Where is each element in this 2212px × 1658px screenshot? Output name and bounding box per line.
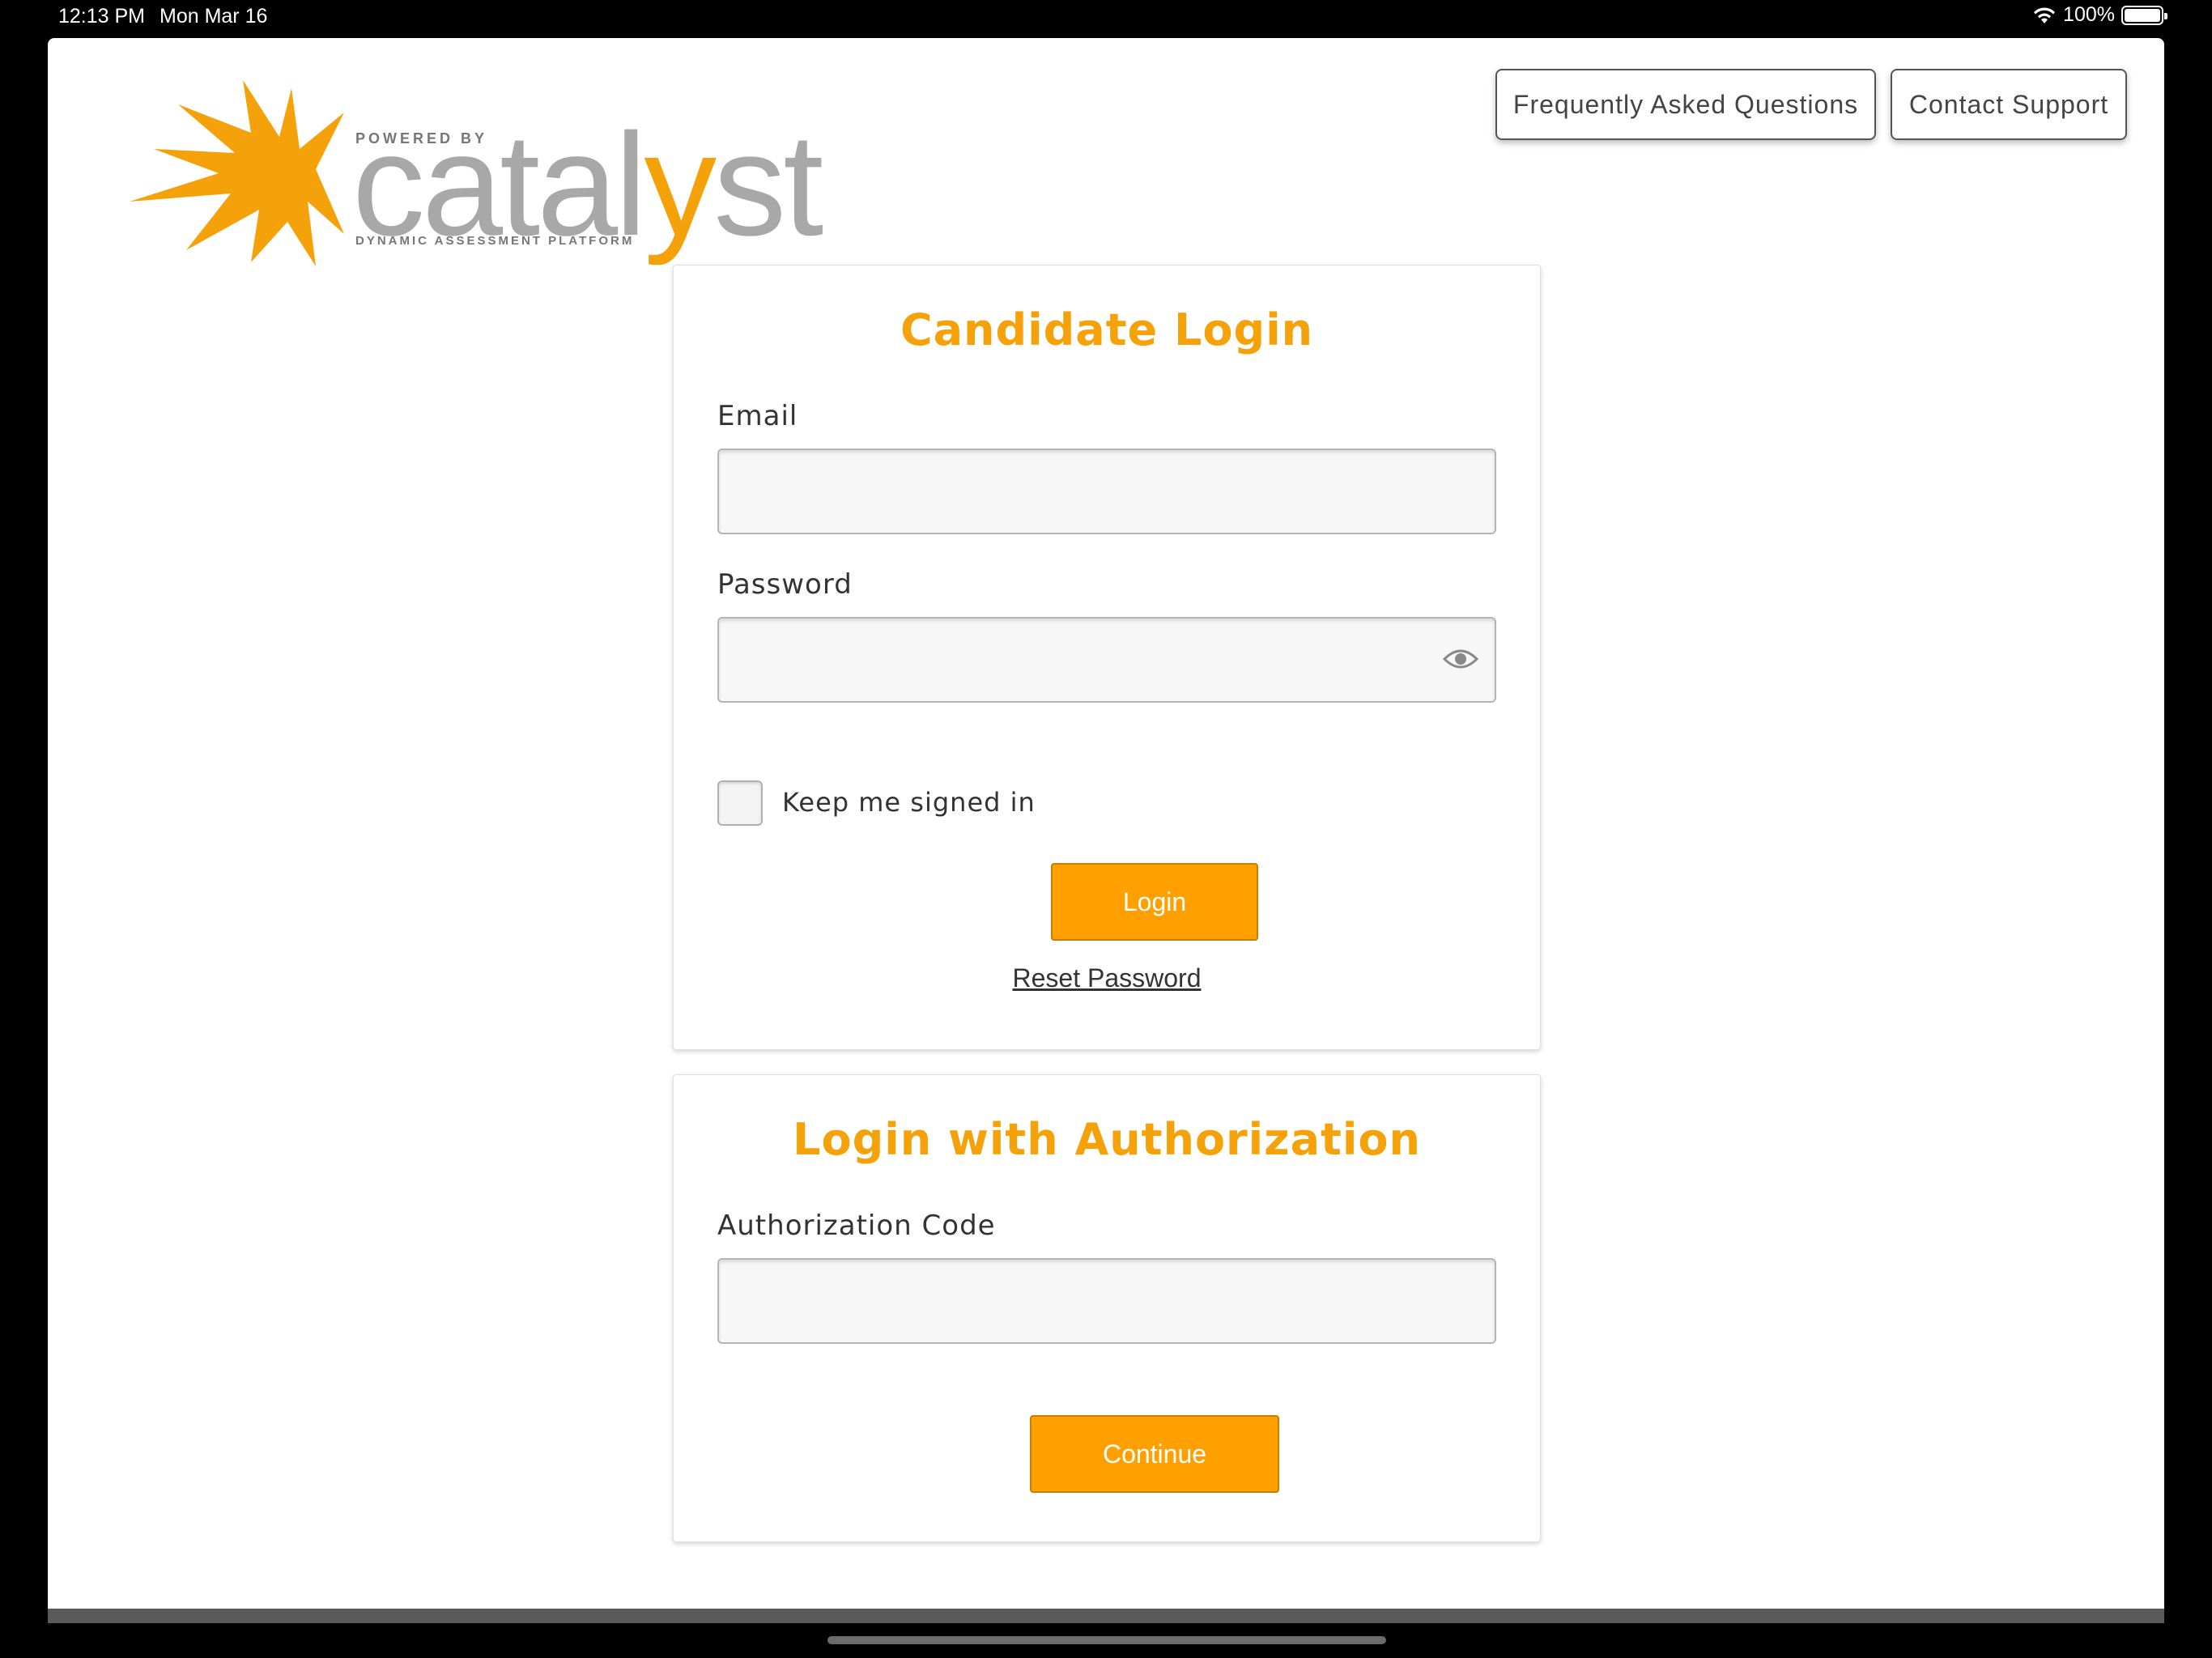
battery-percent: 100% (2063, 3, 2115, 26)
logo-tagline: DYNAMIC ASSESSMENT PLATFORM (355, 234, 635, 248)
keep-signed-in-label: Keep me signed in (782, 787, 1036, 818)
candidate-login-card: Candidate Login Email Password Keep me s… (673, 265, 1541, 1050)
status-bar: 12:13 PM Mon Mar 16 100% (0, 0, 2212, 36)
reset-password-link[interactable]: Reset Password (674, 963, 1540, 993)
continue-button[interactable]: Continue (1030, 1415, 1279, 1493)
authorization-code-label: Authorization Code (717, 1209, 996, 1242)
show-password-eye-icon[interactable] (1443, 646, 1478, 672)
password-label: Password (717, 568, 853, 601)
wifi-icon (2034, 6, 2056, 23)
home-indicator[interactable] (827, 1636, 1386, 1644)
status-indicators: 100% (2032, 3, 2167, 27)
bottom-bar (48, 1609, 2164, 1623)
authorization-login-card: Login with Authorization Authorization C… (673, 1074, 1541, 1542)
app-window: POWERED BY catalyst DYNAMIC ASSESSMENT P… (48, 38, 2164, 1609)
password-input[interactable] (717, 617, 1496, 703)
catalyst-logo: POWERED BY catalyst DYNAMIC ASSESSMENT P… (130, 80, 823, 266)
starburst-icon (130, 80, 344, 266)
keep-signed-in-checkbox[interactable] (717, 780, 763, 826)
status-time: 12:13 PM (58, 5, 146, 28)
contact-support-button[interactable]: Contact Support (1891, 69, 2127, 140)
authorization-code-input[interactable] (717, 1258, 1496, 1344)
email-label: Email (717, 400, 798, 432)
authorization-login-title: Login with Authorization (793, 1114, 1421, 1165)
battery-icon (2121, 5, 2167, 25)
candidate-login-title: Candidate Login (900, 304, 1314, 355)
password-field-wrapper (717, 617, 1496, 703)
status-date: Mon Mar 16 (160, 5, 268, 28)
email-input[interactable] (717, 449, 1496, 534)
faq-button[interactable]: Frequently Asked Questions (1495, 69, 1876, 140)
login-button[interactable]: Login (1051, 863, 1258, 941)
